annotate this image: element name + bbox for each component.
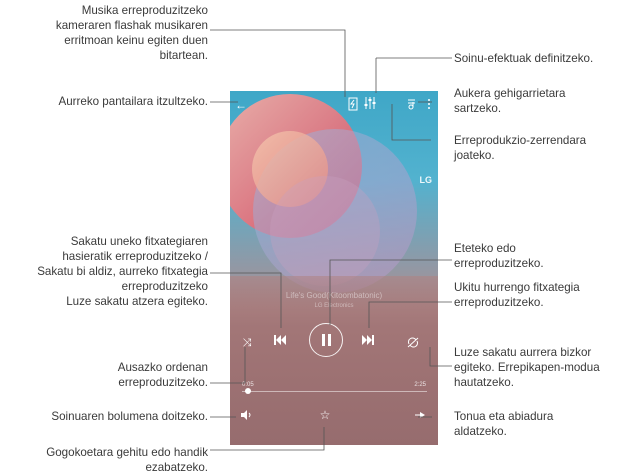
speed-callout: Tonua eta abiadura aldatzeko. (454, 410, 554, 438)
favorite-callout: Gogokoetara gehitu edo handik ezabatzeko. (46, 446, 208, 474)
shuffle-callout: Ausazko ordenan erreproduzitzeko. (117, 361, 208, 389)
next-callout: Ukitu hurrengo fitxategia erreproduzitzek… (454, 281, 580, 309)
play-pause-callout: Eteteko edo erreproduzitzeko. (454, 242, 544, 270)
volume-callout: Soinuaren bolumena doitzeko. (51, 410, 208, 423)
previous-callout: Sakatu uneko fitxategiaren hasieratik err… (37, 235, 208, 308)
repeat-callout: Luze sakatu aurrera bizkor egiteko. Errep… (454, 346, 600, 389)
flash-callout: Musika erreproduzitzeko kameraren flashak… (55, 4, 208, 62)
sound-effects-callout: Soinu-efektuak definitzeko. (454, 52, 594, 65)
more-options-callout: Aukera gehigarrietara sartzeko. (454, 87, 566, 115)
playlist-callout: Erreprodukzio-zerrendara joateko. (454, 134, 587, 162)
back-callout: Aurreko pantailara itzultzeko. (58, 95, 208, 108)
